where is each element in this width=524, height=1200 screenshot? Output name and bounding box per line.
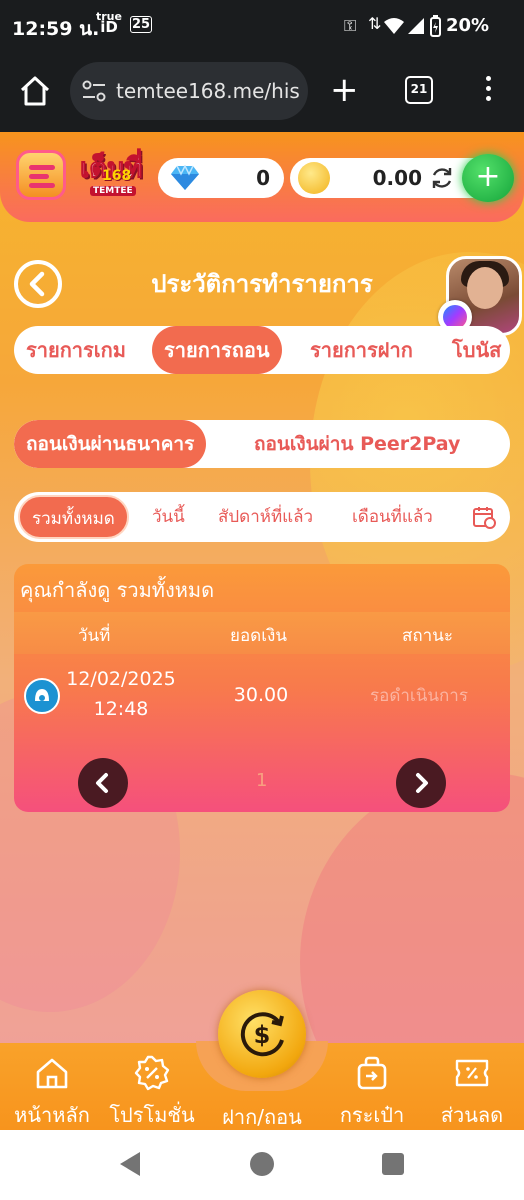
nav-home[interactable]: หน้าหลัก [0,1043,104,1130]
page-content: เต็มที่ 168 TEMTEE 0 0.00 + ประวัติการทำ… [0,132,524,1130]
nav-discount[interactable]: ส่วนลด [420,1043,524,1130]
column-status: สถานะ [402,626,453,646]
system-recents-icon[interactable] [382,1153,404,1175]
nav-wallet-label: กระเป๋า [339,1103,405,1127]
filter-last-week[interactable]: สัปดาห์ที่แล้ว [218,492,313,542]
row-time: 12:48 [93,698,149,720]
next-page-button[interactable] [396,758,446,808]
row-status: รอดำเนินการ [370,686,468,706]
nav-promotions-label: โปรโมชั่น [109,1103,195,1127]
filter-all[interactable]: รวมทั้งหมด [18,495,129,539]
promo-badge-icon [134,1055,170,1091]
site-settings-icon[interactable] [82,80,106,102]
system-nav-bar [0,1130,524,1200]
chevron-right-icon [416,773,428,793]
bag-icon [357,1056,387,1090]
tab-withdrawals[interactable]: รายการถอน [152,326,282,374]
system-back-icon[interactable] [120,1152,140,1176]
tab-bonus[interactable]: โบนัส [452,326,501,374]
system-home-icon[interactable] [250,1152,274,1176]
deposit-withdraw-icon: $ [240,1012,284,1057]
prev-page-button[interactable] [78,758,128,808]
tab-bank-withdraw[interactable]: ถอนเงินผ่านธนาคาร [14,420,207,468]
add-credit-button[interactable]: + [462,154,514,202]
nav-wallet[interactable]: กระเป๋า [320,1043,424,1130]
gem-balance: 0 [158,158,284,198]
coin-balance-value: 0.00 [372,166,422,190]
key-icon: ⚿ [344,16,357,35]
address-bar[interactable]: temtee168.me/his [70,62,308,120]
refresh-icon[interactable] [430,166,454,190]
chevron-left-icon [96,773,108,793]
row-amount: 30.00 [233,684,289,706]
site-header: เต็มที่ 168 TEMTEE 0 0.00 + [0,132,524,222]
table-header: วันที่ ยอดเงิน สถานะ [14,612,510,654]
row-date: 12/02/2025 [66,668,176,690]
deposit-withdraw-button[interactable]: $ [218,990,306,1078]
ticket-icon [455,1059,489,1087]
tab-peer2pay-withdraw[interactable]: ถอนเงินผ่าน Peer2Pay [254,420,460,468]
nav-discount-label: ส่วนลด [440,1103,504,1127]
browser-toolbar: temtee168.me/his + 21 [0,56,524,132]
status-bar: 12:59 น. true iD 25 ⚿ ⇅ 20% [0,0,524,56]
tab-switcher-button[interactable]: 21 [405,76,433,104]
signal-icon [408,18,424,34]
column-amount: ยอดเงิน [230,626,287,646]
bank-logo-icon [24,678,60,714]
withdraw-method-tabs: ถอนเงินผ่านธนาคาร ถอนเงินผ่าน Peer2Pay [14,420,510,468]
filter-last-month[interactable]: เดือนที่แล้ว [352,492,433,542]
tab-deposits[interactable]: รายการฝาก [310,326,413,374]
page-number: 1 [256,770,268,791]
wifi-icon [384,18,404,34]
menu-button[interactable] [16,150,66,200]
tab-games[interactable]: รายการเกม [26,326,126,374]
withdraw-history-table: คุณกำลังดู รวมทั้งหมด วันที่ ยอดเงิน สถา… [14,564,510,812]
calendar-icon[interactable] [472,505,496,529]
home-icon[interactable] [18,74,52,108]
diamond-icon [171,165,199,190]
url-text[interactable]: temtee168.me/his [116,79,300,103]
battery-icon [430,15,441,37]
nav-deposit-withdraw-label: ฝาก/ถอน [222,1105,302,1129]
period-filter-tabs: รวมทั้งหมด วันนี้ สัปดาห์ที่แล้ว เดือนที… [14,492,510,542]
data-arrows-icon: ⇅ [368,14,382,33]
column-date: วันที่ [78,626,111,646]
gem-balance-value: 0 [256,166,270,190]
carrier-logo: true iD [96,10,122,36]
site-logo[interactable]: เต็มที่ 168 TEMTEE [79,146,148,202]
notification-icon: 25 [130,16,153,33]
nav-promotions[interactable]: โปรโมชั่น [100,1043,204,1130]
new-tab-icon[interactable]: + [330,73,359,107]
svg-text:$: $ [254,1021,271,1049]
history-type-tabs: รายการเกม รายการถอน รายการฝาก โบนัส [14,326,510,374]
filter-today[interactable]: วันนี้ [152,492,185,542]
home-icon [36,1058,68,1089]
nav-home-label: หน้าหลัก [14,1103,90,1127]
viewing-label: คุณกำลังดู รวมทั้งหมด [20,578,215,602]
clock: 12:59 น. [12,18,100,40]
battery-level: 20% [446,15,490,36]
coin-icon [298,162,330,194]
overflow-menu-icon[interactable] [480,76,496,106]
